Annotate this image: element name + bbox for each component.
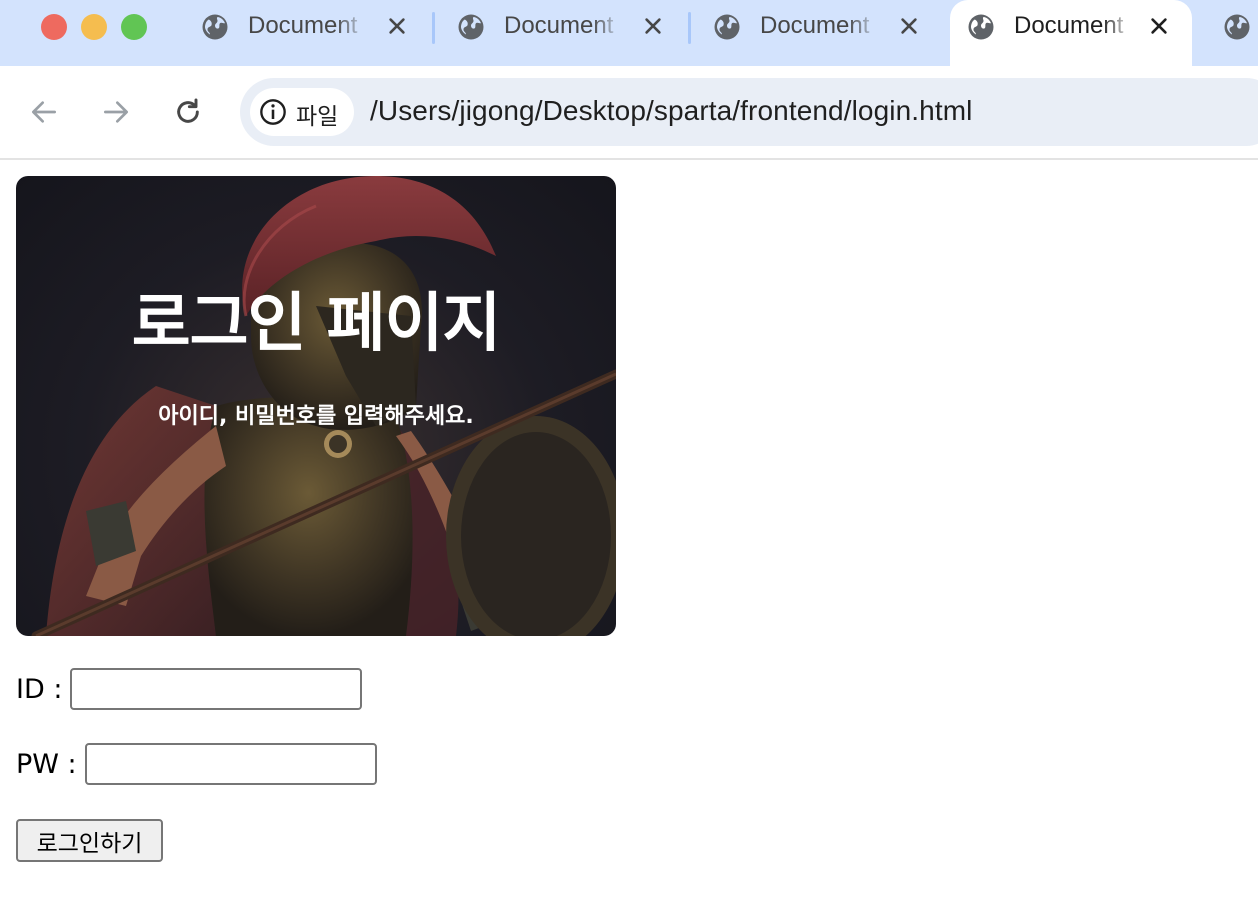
globe-icon xyxy=(458,14,484,40)
maximize-window-button[interactable] xyxy=(121,14,147,40)
pw-label: PW : xyxy=(16,748,77,780)
tab-title: Document xyxy=(248,12,358,39)
pw-input[interactable] xyxy=(84,743,377,785)
globe-icon xyxy=(968,14,994,40)
browser-tab[interactable]: Document xyxy=(712,0,942,52)
tab-separator xyxy=(688,12,691,44)
address-bar[interactable]: 파일 /Users/jigong/Desktop/sparta/frontend… xyxy=(240,78,1258,146)
close-icon[interactable] xyxy=(642,15,664,37)
login-button[interactable]: 로그인하기 xyxy=(16,819,163,862)
back-arrow-icon[interactable] xyxy=(28,96,60,128)
browser-toolbar: 파일 /Users/jigong/Desktop/sparta/frontend… xyxy=(0,66,1258,158)
close-icon[interactable] xyxy=(386,15,408,37)
toolbar-divider xyxy=(0,158,1258,160)
tab-title: Document xyxy=(760,12,870,39)
close-icon[interactable] xyxy=(1148,15,1170,37)
info-icon xyxy=(260,99,286,125)
id-row: ID : xyxy=(16,668,363,710)
browser-tab[interactable]: Document xyxy=(456,0,686,52)
url-text[interactable]: /Users/jigong/Desktop/sparta/frontend/lo… xyxy=(370,95,972,127)
globe-icon xyxy=(714,14,740,40)
browser-tab[interactable]: Document xyxy=(200,0,430,52)
close-icon[interactable] xyxy=(898,15,920,37)
site-chip-label: 파일 xyxy=(296,104,339,130)
pw-row: PW : xyxy=(16,743,377,785)
browser-tab-active[interactable]: Document xyxy=(966,0,1192,52)
minimize-window-button[interactable] xyxy=(81,14,107,40)
globe-icon xyxy=(202,14,228,40)
globe-icon[interactable] xyxy=(1222,12,1252,42)
tab-separator xyxy=(432,12,435,44)
reload-icon[interactable] xyxy=(172,96,204,128)
close-window-button[interactable] xyxy=(41,14,67,40)
site-info-chip[interactable]: 파일 xyxy=(250,88,354,136)
tab-title: Document xyxy=(504,12,614,39)
forward-arrow-icon[interactable] xyxy=(100,96,132,128)
hero-banner: 로그인 페이지 아이디, 비밀번호를 입력해주세요. xyxy=(16,176,616,636)
id-label: ID : xyxy=(16,673,63,705)
tab-strip: Document Document Document Document xyxy=(0,0,1258,66)
id-input[interactable] xyxy=(70,668,363,710)
page-title: 로그인 페이지 xyxy=(131,287,502,361)
tab-title: Document xyxy=(1014,12,1124,39)
page-subtitle: 아이디, 비밀번호를 입력해주세요. xyxy=(158,404,474,429)
